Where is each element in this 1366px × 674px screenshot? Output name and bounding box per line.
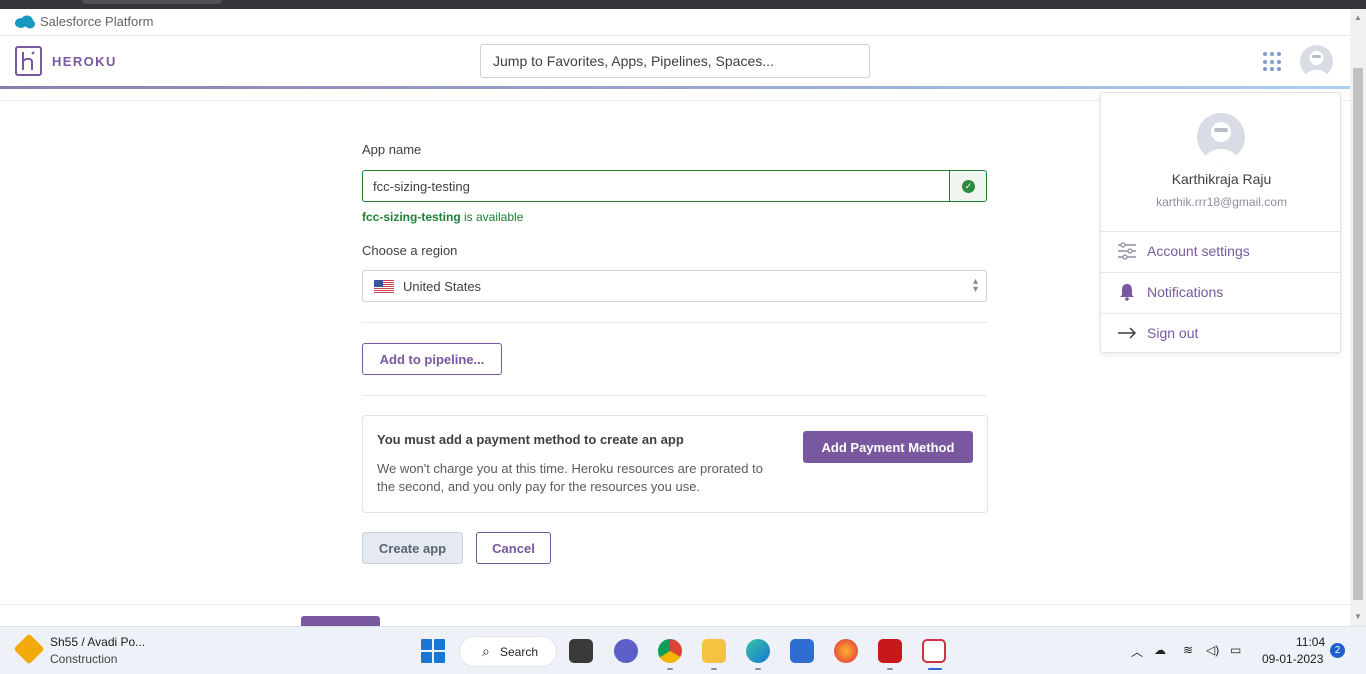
add-to-pipeline-button[interactable]: Add to pipeline... [362,343,502,375]
account-name: Karthikraja Raju [1171,171,1272,187]
page-footer [0,604,1350,626]
support-tab[interactable] [301,616,380,626]
task-view-icon[interactable] [569,639,593,663]
chrome-icon[interactable] [658,639,682,663]
windows-taskbar: Sh55 / Avadi Po... Construction ⌕ Search… [0,626,1366,674]
menu-item-account-settings[interactable]: Account settings [1101,231,1342,271]
taskbar-search-button[interactable]: ⌕ Search [459,636,557,667]
heroku-logo-icon[interactable] [15,46,42,76]
create-app-button[interactable]: Create app [362,532,463,564]
notification-count-badge[interactable]: 2 [1330,643,1345,658]
volume-icon[interactable]: ◁) [1206,643,1219,657]
running-indicator [887,668,893,670]
section-divider [362,395,987,396]
taskbar-search-label: Search [500,645,539,659]
payment-notice-description: We won't charge you at this time. Heroku… [377,461,763,494]
active-indicator [928,668,942,670]
menu-item-sign-out[interactable]: Sign out [1101,313,1342,353]
file-explorer-icon[interactable] [702,639,726,663]
availability-suffix: is available [460,210,524,224]
construction-warning-icon[interactable] [13,633,45,665]
salesforce-platform-label: Salesforce Platform [40,14,154,29]
heroku-header: HEROKU [0,36,1350,86]
arrow-right-icon [1118,327,1137,339]
bell-icon [1120,284,1134,301]
scrollbar-thumb[interactable] [1353,68,1363,600]
menu-item-label: Account settings [1147,243,1250,259]
payment-method-notice: You must add a payment method to create … [362,415,988,513]
salesforce-platform-bar: Salesforce Platform [0,9,1350,36]
menu-item-notifications[interactable]: Notifications [1101,272,1342,312]
windows-start-icon[interactable] [421,639,445,663]
region-label: Choose a region [362,243,458,258]
salesforce-cloud-icon [15,15,35,29]
user-avatar-icon [1204,122,1238,161]
snipping-tool-icon[interactable] [922,639,946,663]
account-dropdown-menu: Karthikraja Raju karthik.rrr18@gmail.com… [1100,92,1342,353]
acrobat-icon[interactable] [878,639,902,663]
running-indicator [755,668,761,670]
check-circle-icon: ✓ [962,180,975,193]
firefox-icon[interactable] [834,639,858,663]
scroll-down-arrow-icon[interactable]: ▼ [1354,612,1362,621]
edge-icon[interactable] [746,639,770,663]
teams-chat-icon[interactable] [614,639,638,663]
battery-icon[interactable]: ▭ [1230,643,1241,657]
running-indicator [711,668,717,670]
page-scrollbar[interactable]: ▲ ▼ [1350,9,1366,626]
weather-widget-title[interactable]: Sh55 / Avadi Po... [50,635,145,649]
user-avatar-icon [1305,51,1328,78]
microsoft-store-icon[interactable] [790,639,814,663]
menu-item-label: Sign out [1147,325,1199,341]
user-avatar-button[interactable] [1300,45,1333,78]
app-name-input[interactable] [362,170,950,202]
availability-app-name: fcc-sizing-testing [362,210,461,224]
scroll-up-arrow-icon[interactable]: ▲ [1354,13,1362,22]
availability-status: ✓ [949,170,987,202]
browser-tab[interactable] [82,0,222,4]
heroku-h-glyph [22,51,35,70]
availability-message: fcc-sizing-testing is available [362,210,523,224]
tray-chevron-up-icon[interactable]: ︿ [1131,643,1143,660]
app-name-label: App name [362,142,422,157]
header-gradient-line [0,86,1350,89]
taskbar-date[interactable]: 09-01-2023 [1262,652,1323,666]
wifi-icon[interactable]: ≋ [1183,643,1193,657]
running-indicator [667,668,673,670]
global-search-input[interactable] [480,44,870,78]
region-select[interactable]: United States ▴ ▾ [362,270,987,302]
onedrive-cloud-icon[interactable]: ☁ [1154,643,1166,657]
payment-notice-title: You must add a payment method to create … [377,432,684,447]
taskbar-time[interactable]: 11:04 [1296,635,1325,649]
add-payment-method-button[interactable]: Add Payment Method [803,431,973,463]
apps-grid-icon[interactable] [1263,52,1283,72]
account-email: karthik.rrr18@gmail.com [1156,195,1287,209]
region-selected-value: United States [403,279,482,294]
weather-widget-subtitle: Construction [50,652,118,666]
section-divider [362,322,987,323]
us-flag-icon [374,280,394,293]
dropdown-avatar-icon [1197,113,1245,161]
heroku-logo-text[interactable]: HEROKU [52,54,117,69]
settings-sliders-icon [1118,242,1136,260]
cancel-button[interactable]: Cancel [476,532,551,564]
select-caret-icon: ▴ ▾ [972,276,978,295]
search-icon: ⌕ [482,643,490,659]
menu-item-label: Notifications [1147,284,1224,300]
browser-top-strip [0,0,1366,9]
